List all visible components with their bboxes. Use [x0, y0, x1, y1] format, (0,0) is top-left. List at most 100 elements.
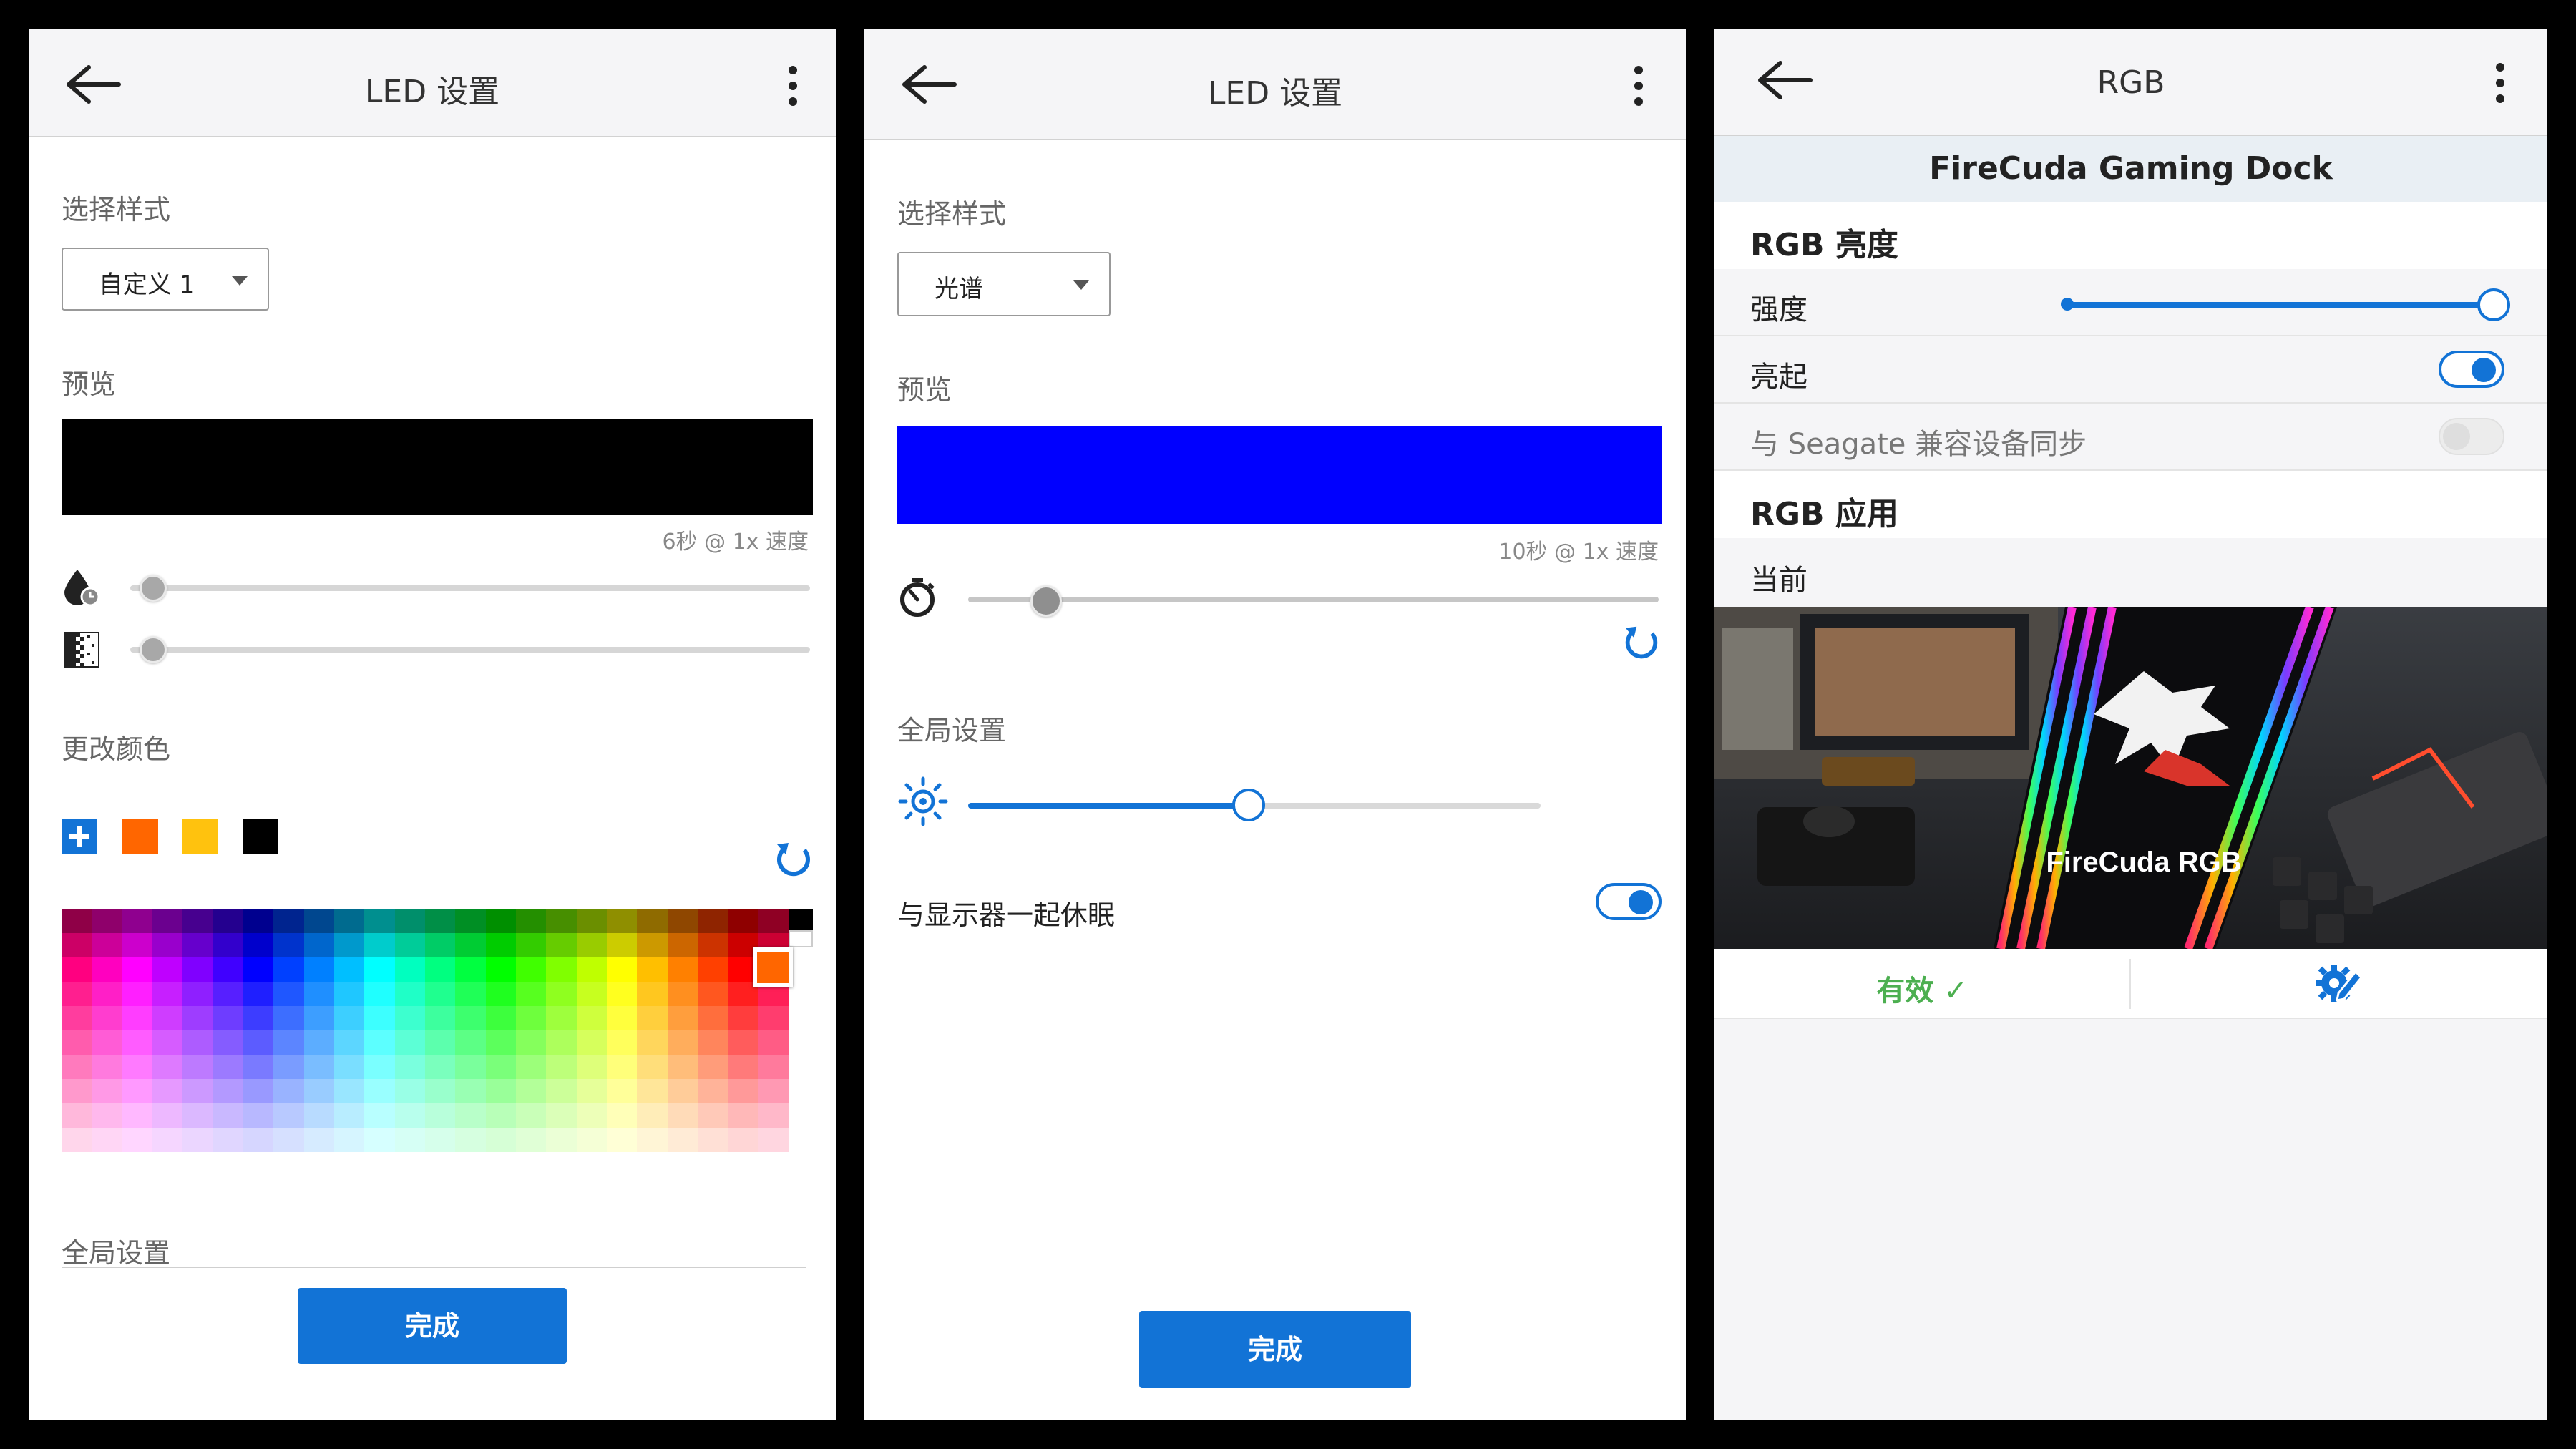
- palette-cell[interactable]: [485, 933, 516, 957]
- palette-cell[interactable]: [667, 1030, 698, 1055]
- palette-cell[interactable]: [152, 1006, 183, 1030]
- palette-cell[interactable]: [152, 1030, 183, 1055]
- palette-cell[interactable]: [576, 957, 607, 982]
- palette-cell[interactable]: [152, 1079, 183, 1103]
- palette-cell[interactable]: [152, 1128, 183, 1152]
- palette-cell[interactable]: [333, 1079, 365, 1103]
- palette-cell[interactable]: [485, 1030, 516, 1055]
- palette-cell[interactable]: [303, 982, 334, 1006]
- palette-cell[interactable]: [576, 1128, 607, 1152]
- palette-cell[interactable]: [394, 982, 425, 1006]
- palette-cell[interactable]: [333, 1128, 365, 1152]
- palette-cell[interactable]: [758, 1079, 789, 1103]
- palette-cell[interactable]: [62, 1128, 92, 1152]
- palette-cell[interactable]: [455, 1030, 486, 1055]
- gradient-slider-handle[interactable]: [140, 636, 167, 663]
- palette-cell[interactable]: [455, 1103, 486, 1128]
- palette-cell[interactable]: [213, 957, 243, 982]
- palette-cell[interactable]: [637, 1055, 668, 1079]
- palette-cell[interactable]: [182, 1030, 213, 1055]
- palette-cell[interactable]: [728, 1079, 758, 1103]
- palette-cell[interactable]: [152, 957, 183, 982]
- palette-cell[interactable]: [122, 909, 152, 933]
- palette-cell[interactable]: [364, 1006, 395, 1030]
- palette-cell[interactable]: [213, 1055, 243, 1079]
- palette-cell[interactable]: [333, 1006, 365, 1030]
- palette-cell[interactable]: [728, 1030, 758, 1055]
- palette-cell[interactable]: [515, 1055, 547, 1079]
- palette-cell[interactable]: [637, 1103, 668, 1128]
- palette-cell[interactable]: [758, 1030, 789, 1055]
- color-palette-grid[interactable]: [62, 909, 789, 1152]
- palette-cell[interactable]: [576, 1030, 607, 1055]
- color-swatch-black[interactable]: [243, 819, 278, 854]
- palette-cell[interactable]: [364, 1079, 395, 1103]
- palette-cell[interactable]: [62, 1103, 92, 1128]
- palette-cell[interactable]: [728, 1006, 758, 1030]
- palette-cell[interactable]: [546, 982, 577, 1006]
- palette-cell[interactable]: [546, 933, 577, 957]
- palette-cell[interactable]: [637, 1079, 668, 1103]
- palette-cell[interactable]: [637, 982, 668, 1006]
- reset-icon[interactable]: [1621, 621, 1662, 661]
- palette-cell[interactable]: [728, 1128, 758, 1152]
- palette-cell[interactable]: [485, 1128, 516, 1152]
- palette-cell[interactable]: [455, 1128, 486, 1152]
- palette-cell[interactable]: [182, 909, 213, 933]
- palette-cell[interactable]: [455, 1079, 486, 1103]
- palette-cell[interactable]: [606, 933, 638, 957]
- palette-cell[interactable]: [273, 1128, 304, 1152]
- palette-cell[interactable]: [243, 1103, 274, 1128]
- palette-cell[interactable]: [485, 1079, 516, 1103]
- palette-cell[interactable]: [697, 1128, 728, 1152]
- palette-cell[interactable]: [333, 1030, 365, 1055]
- palette-cell[interactable]: [152, 1055, 183, 1079]
- palette-cell[interactable]: [62, 1055, 92, 1079]
- palette-cell[interactable]: [455, 933, 486, 957]
- palette-cell[interactable]: [152, 1103, 183, 1128]
- more-menu-icon[interactable]: [2494, 63, 2506, 106]
- palette-cell[interactable]: [92, 1030, 122, 1055]
- palette-cell[interactable]: [667, 1103, 698, 1128]
- intensity-slider[interactable]: [2064, 302, 2493, 308]
- palette-cell[interactable]: [394, 957, 425, 982]
- palette-cell[interactable]: [758, 1103, 789, 1128]
- palette-cell[interactable]: [273, 957, 304, 982]
- palette-cell[interactable]: [515, 1030, 547, 1055]
- palette-cell[interactable]: [424, 1006, 456, 1030]
- palette-cell[interactable]: [122, 1103, 152, 1128]
- palette-cell[interactable]: [303, 1079, 334, 1103]
- palette-cell[interactable]: [213, 909, 243, 933]
- palette-cell[interactable]: [606, 957, 638, 982]
- palette-cell[interactable]: [667, 1055, 698, 1079]
- palette-cell[interactable]: [122, 1006, 152, 1030]
- palette-cell[interactable]: [606, 1128, 638, 1152]
- palette-cell[interactable]: [485, 982, 516, 1006]
- palette-cell[interactable]: [515, 1006, 547, 1030]
- palette-cell[interactable]: [667, 1128, 698, 1152]
- palette-cell[interactable]: [576, 1103, 607, 1128]
- palette-cell[interactable]: [697, 1006, 728, 1030]
- palette-cell[interactable]: [758, 1055, 789, 1079]
- palette-cell[interactable]: [364, 1030, 395, 1055]
- palette-cell[interactable]: [606, 982, 638, 1006]
- palette-cell[interactable]: [455, 982, 486, 1006]
- palette-cell[interactable]: [243, 957, 274, 982]
- palette-cell[interactable]: [243, 1030, 274, 1055]
- brightness-slider-fill[interactable]: [968, 803, 1249, 809]
- palette-cell[interactable]: [182, 1006, 213, 1030]
- light-on-toggle[interactable]: [2439, 351, 2504, 388]
- more-menu-icon[interactable]: [1633, 66, 1644, 109]
- palette-cell[interactable]: [213, 1079, 243, 1103]
- palette-cell[interactable]: [182, 957, 213, 982]
- palette-cell[interactable]: [606, 1006, 638, 1030]
- palette-cell[interactable]: [606, 1103, 638, 1128]
- palette-cell[interactable]: [364, 1128, 395, 1152]
- palette-cell[interactable]: [273, 1079, 304, 1103]
- palette-cell[interactable]: [243, 933, 274, 957]
- palette-cell[interactable]: [243, 909, 274, 933]
- palette-cell[interactable]: [364, 1103, 395, 1128]
- palette-cell[interactable]: [758, 1128, 789, 1152]
- palette-cell[interactable]: [424, 1030, 456, 1055]
- palette-cell[interactable]: [303, 1030, 334, 1055]
